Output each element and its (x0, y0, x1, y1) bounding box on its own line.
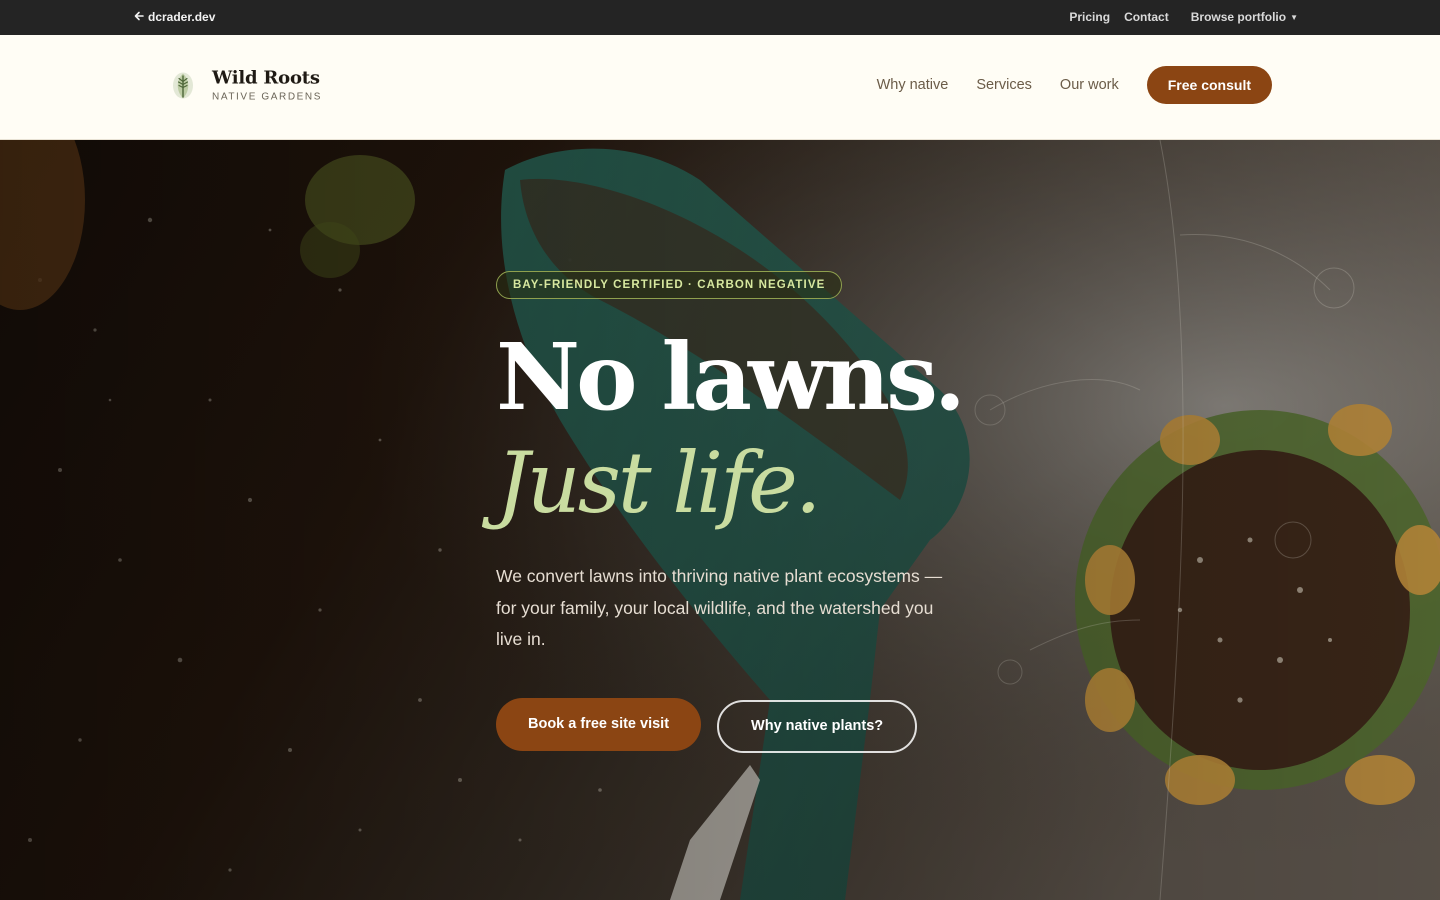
hero-description: We convert lawns into thriving native pl… (496, 566, 943, 649)
pricing-link[interactable]: Pricing (1069, 10, 1110, 24)
back-link[interactable]: dcrader.dev (134, 10, 215, 24)
certification-badge: BAY-FRIENDLY CERTIFIED · CARBON NEGATIVE (496, 271, 843, 299)
contact-link[interactable]: Contact (1124, 10, 1169, 24)
hero-headline-italic: Just life. (496, 434, 822, 532)
free-consult-button[interactable]: Free consult (1146, 66, 1272, 104)
browse-portfolio-dropdown[interactable]: Browse portfolio ▼ (1191, 10, 1298, 24)
arrow-left-icon (134, 10, 144, 24)
brand-tagline: NATIVE GARDENS (212, 91, 323, 103)
browse-portfolio-label: Browse portfolio (1190, 10, 1287, 24)
brand-name: Wild Roots (212, 67, 320, 89)
leaf-logo-icon (173, 72, 193, 98)
hero-section: BAY-FRIENDLY CERTIFIED · CARBON NEGATIVE… (0, 140, 1440, 900)
nav-why-native[interactable]: Why native (877, 77, 949, 93)
book-site-visit-button[interactable]: Book a free site visit (496, 697, 702, 751)
main-nav: Why native Services Our work Free consul… (877, 66, 1272, 104)
site-header: Wild Roots NATIVE GARDENS Why native Ser… (0, 35, 1440, 140)
why-native-plants-button[interactable]: Why native plants? (717, 699, 918, 753)
portfolio-bar: dcrader.dev Pricing Contact Browse portf… (0, 0, 1440, 35)
back-link-label: dcrader.dev (148, 10, 216, 24)
brand-logo[interactable]: Wild Roots NATIVE GARDENS (170, 68, 322, 103)
nav-services[interactable]: Services (976, 77, 1032, 93)
chevron-down-icon: ▼ (1290, 12, 1298, 22)
hero-headline: No lawns. (496, 323, 966, 431)
hero-content: BAY-FRIENDLY CERTIFIED · CARBON NEGATIVE… (496, 271, 966, 753)
nav-our-work[interactable]: Our work (1060, 77, 1119, 93)
